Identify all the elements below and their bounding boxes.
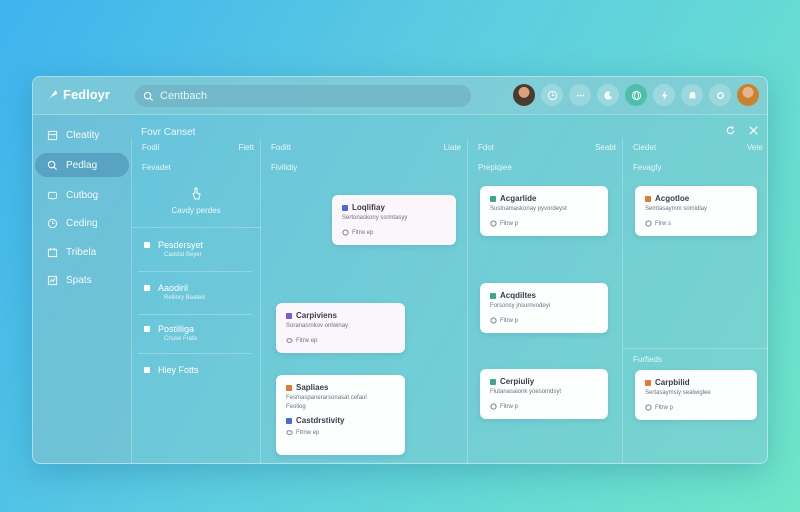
clock-icon[interactable] — [541, 84, 563, 106]
chart-icon — [47, 275, 58, 285]
tag-icon — [286, 417, 292, 424]
search-icon — [47, 160, 58, 170]
column-2: Foditt Liate Fivilidiy Loqlifiay Sertonas… — [260, 139, 467, 463]
column-header: Fdot Seabt — [478, 143, 616, 152]
calendar-icon — [47, 247, 58, 257]
tag-icon — [490, 195, 496, 202]
top-bar: Fedloyr — [33, 77, 767, 115]
clock-icon — [490, 317, 497, 324]
column-header: Fodil Fiett — [142, 143, 254, 152]
tag-icon — [645, 195, 651, 202]
moon-icon[interactable] — [597, 84, 619, 106]
column-header: Foditt Liate — [271, 143, 461, 152]
grid-icon — [47, 130, 58, 140]
settings-icon[interactable] — [709, 84, 731, 106]
square-icon — [144, 285, 150, 291]
search-icon — [143, 91, 154, 101]
task-card[interactable]: Acgarlide Sustnamaskonay pyvordeyst Fitr… — [480, 186, 608, 236]
column-subtitle: Fevagfy — [633, 163, 662, 172]
column-subtitle: Furfieds — [633, 355, 662, 364]
column-1: Fodil Fiett Fevadet Cavdy perdes Pesdersy… — [131, 139, 261, 463]
column-subtitle: Prepiqiee — [478, 163, 512, 172]
list-item[interactable]: Pesdersyet Cadslat Beyer — [144, 240, 248, 258]
square-icon — [144, 242, 150, 248]
search-input[interactable] — [160, 90, 440, 102]
divider — [138, 353, 252, 354]
tag-icon — [286, 384, 292, 391]
sidebar-item-label: Cleatity — [66, 129, 100, 141]
hand-pointer-icon — [192, 187, 201, 200]
sidebar-item-4[interactable]: Tribela — [35, 240, 129, 264]
task-card[interactable]: Carpiviens Soranasrnkov onlwinay Fitrw e… — [276, 303, 405, 353]
sidebar-item-2[interactable]: Cutbog — [35, 183, 129, 207]
task-card[interactable]: Cerpiuliy Flutanasaionk yoesomdsyt Fitrw… — [480, 369, 608, 419]
close-icon[interactable] — [748, 125, 759, 136]
top-actions — [513, 84, 759, 106]
search-bar[interactable] — [135, 85, 471, 107]
tag-icon — [286, 312, 292, 319]
link-icon — [286, 430, 293, 435]
clock-icon — [47, 218, 58, 228]
divider — [138, 314, 252, 315]
refresh-icon[interactable] — [725, 125, 736, 136]
sidebar-item-label: Spats — [66, 274, 92, 286]
sidebar-item-label: Cutbog — [66, 189, 99, 201]
clock-icon — [645, 220, 652, 227]
clock-icon — [645, 404, 652, 411]
clock-icon — [490, 403, 497, 410]
empty-state-text: Cavdy perdes — [171, 206, 221, 215]
tag-icon — [645, 379, 651, 386]
clock-icon — [342, 229, 349, 236]
panel-actions — [725, 125, 759, 136]
app-window: Fedloyr Cleatity Pedlag Cut — [32, 76, 768, 464]
link-icon — [286, 338, 293, 343]
user-avatar[interactable] — [737, 84, 759, 106]
column-3: Fdot Seabt Prepiqiee Acgarlide Sustnamask… — [467, 139, 622, 463]
column-4: Ciedet Vete Fevagfy Acgotloe Semtasaymm s… — [622, 139, 767, 463]
main-panel: Fovr Canset Fodil Fiett Fevadet Cavdy per… — [131, 115, 767, 463]
app-logo[interactable]: Fedloyr — [45, 87, 110, 102]
task-card[interactable]: Sapliaes Fesmaspanerarsonasat cefaul Feo… — [276, 375, 405, 455]
sidebar-item-3[interactable]: Ceding — [35, 211, 129, 235]
sidebar-item-label: Tribela — [66, 246, 97, 258]
sidebar-item-0[interactable]: Cleatity — [35, 123, 129, 147]
task-card[interactable]: Carpbilid Sertasaymsiy sealwiglee Fltrw … — [635, 370, 757, 420]
divider — [623, 348, 767, 349]
column-subtitle: Fevadet — [142, 163, 171, 172]
tag-icon — [490, 292, 496, 299]
task-card[interactable]: Acqdiltes Forsonsy jnsurnvodeyi Fitrw p — [480, 283, 608, 333]
list-item[interactable]: Postilliga Cnuse Frate — [144, 324, 248, 342]
clock-icon — [490, 220, 497, 227]
square-icon — [144, 326, 150, 332]
sidebar-item-label: Ceding — [66, 217, 98, 229]
page-title: Fovr Canset — [141, 127, 196, 138]
avatar[interactable] — [513, 84, 535, 106]
more-icon[interactable] — [569, 84, 591, 106]
square-icon — [144, 367, 150, 373]
task-card[interactable]: Loqlifiay Sertonaskony ssrmtasyy Fitrw e… — [332, 195, 456, 245]
sidebar-item-1[interactable]: Pedlag — [35, 153, 129, 177]
divider — [138, 271, 252, 272]
app-title: Fedloyr — [63, 87, 110, 102]
task-card[interactable]: Acgotloe Semtasaymm somidlay Flrw s — [635, 186, 757, 236]
globe-icon[interactable] — [625, 84, 647, 106]
feather-icon — [48, 89, 57, 100]
column-header: Ciedet Vete — [633, 143, 763, 152]
column-subtitle: Fivilidiy — [271, 163, 298, 172]
divider — [132, 227, 261, 228]
bolt-icon[interactable] — [653, 84, 675, 106]
list-item[interactable]: Hiey Fotts — [144, 365, 248, 375]
tag-icon — [342, 204, 348, 211]
list-item[interactable]: Aaodiril Rellinry Beated — [144, 283, 248, 301]
sidebar: Cleatity Pedlag Cutbog Ceding Tribela Sp… — [33, 115, 131, 463]
tag-icon — [490, 378, 496, 385]
bell-icon[interactable] — [681, 84, 703, 106]
box-icon — [47, 191, 58, 199]
sidebar-item-label: Pedlag — [66, 159, 98, 171]
sidebar-item-5[interactable]: Spats — [35, 268, 129, 292]
